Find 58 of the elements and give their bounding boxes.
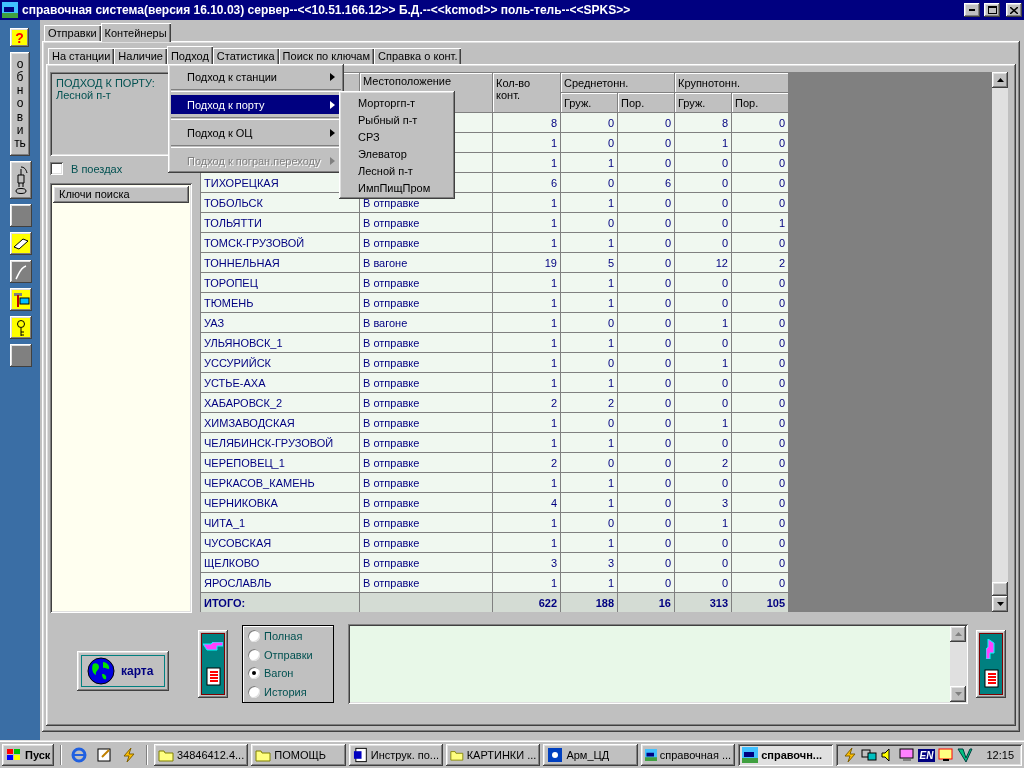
tab[interactable]: Наличие: [114, 48, 167, 64]
checkbox-label: В поездах: [71, 162, 123, 175]
table-cell: ТОМСК-ГРУЗОВОЙ: [200, 232, 360, 253]
list-header: Ключи поиска: [53, 186, 189, 203]
table-cell: ХИМЗАВОДСКАЯ: [200, 412, 360, 433]
table-cell: ТОЛЬЯТТИ: [200, 212, 360, 233]
table-cell: ТЮМЕНЬ: [200, 292, 360, 313]
tab[interactable]: Контейнеры: [100, 23, 171, 42]
help-button[interactable]: ?: [10, 28, 29, 47]
radio-label: Отправки: [264, 648, 313, 661]
table-cell: ЧИТА_1: [200, 512, 360, 533]
language-indicator[interactable]: EN: [917, 748, 936, 762]
taskbar-button[interactable]: справочн...: [738, 744, 833, 766]
table-cell: ЧЕРКАСОВ_КАМЕНЬ: [200, 472, 360, 493]
table-cell: ТОННЕЛЬНАЯ: [200, 252, 360, 273]
approach-title: ПОДХОД К ПОРТУ:: [56, 77, 156, 89]
column-header: Кол-во конт.: [492, 72, 561, 113]
taskbar-button[interactable]: КАРТИНКИ ...: [446, 744, 541, 766]
table-cell: ХАБАРОВСК_2: [200, 392, 360, 413]
table-cell: ЧЕРЕПОВЕЦ_1: [200, 452, 360, 473]
tab[interactable]: Статистика: [212, 48, 279, 64]
table-cell: УСТЬЕ-АХА: [200, 372, 360, 393]
menu-item[interactable]: Элеватор: [342, 145, 452, 162]
taskbar-button[interactable]: 34846412.4...: [153, 744, 249, 766]
refresh-button[interactable]: обновить: [10, 52, 30, 156]
tab[interactable]: На станции: [48, 48, 115, 64]
column-header: Среднетонн.: [560, 72, 675, 93]
table-cell: ЯРОСЛАВЛЬ: [200, 572, 360, 593]
column-header: Крупнотонн.: [674, 72, 789, 93]
map-button[interactable]: карта: [77, 651, 169, 691]
table-cell: ЩЕЛКОВО: [200, 552, 360, 573]
taskbar-button[interactable]: ПОМОЩЬ: [251, 744, 346, 766]
clock: 12:15: [986, 749, 1014, 761]
table-cell: УЛЬЯНОВСК_1: [200, 332, 360, 353]
taskbar-button[interactable]: справочная ...: [640, 744, 736, 766]
window-title: справочная система(версия 16.10.03) сервер--<<10.51.166.12>> Б.Д.--<<kcmod>> поль-тель--<<SPKS>>: [22, 3, 632, 17]
tab[interactable]: Поиск по ключам: [278, 48, 375, 64]
radio-label: Вагон: [264, 667, 294, 680]
approach-value: Лесной п-т: [56, 89, 112, 101]
table-cell: УАЗ: [200, 312, 360, 333]
table-cell: ЧУСОВСКАЯ: [200, 532, 360, 553]
start-button[interactable]: Пуск: [2, 744, 55, 766]
menu-item[interactable]: Подход к станции: [171, 67, 341, 86]
table-cell: УССУРИЙСК: [200, 352, 360, 373]
tab[interactable]: Справка о конт.: [374, 48, 462, 64]
taskbar-button[interactable]: Арм_ЦД: [543, 744, 638, 766]
taskbar-button[interactable]: Инструк. по...: [348, 744, 444, 766]
menu-item[interactable]: СРЗ: [342, 128, 452, 145]
menu-item[interactable]: Рыбный п-т: [342, 111, 452, 128]
radio-label: История: [264, 685, 307, 698]
radio-label: Полная: [264, 630, 303, 642]
menu-item[interactable]: Подход к ОЦ: [171, 123, 341, 142]
tab[interactable]: Отправки: [44, 25, 101, 41]
menu-item[interactable]: Подход к порту: [171, 95, 341, 114]
table-cell: ТОРОПЕЦ: [200, 272, 360, 293]
table-cell: ИТОГО:: [200, 592, 360, 612]
table-cell: ЧЕРНИКОВКА: [200, 492, 360, 513]
table-cell: ЧЕЛЯБИНСК-ГРУЗОВОЙ: [200, 432, 360, 453]
